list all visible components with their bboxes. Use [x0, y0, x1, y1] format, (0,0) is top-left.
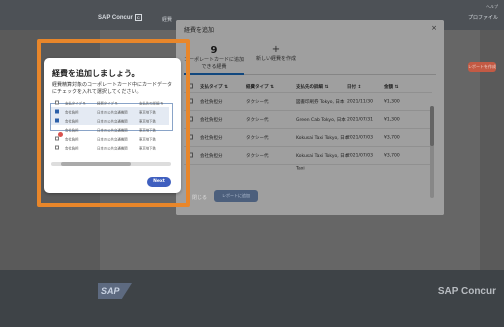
header-profile[interactable]: プロファイル [468, 14, 498, 21]
mini-cell: 東京地下鉄 [139, 110, 156, 114]
header-logo[interactable]: SAP Concur C [98, 14, 142, 21]
mini-checkbox [55, 145, 59, 149]
mini-row: 会社負担 日本の公共交通機関 東京地下鉄 [51, 107, 169, 116]
header-tab-expense[interactable]: 経費 [162, 16, 172, 23]
mini-row: 会社負担 日本の公共交通機関 東京地下鉄 [51, 143, 169, 152]
add-to-report-button[interactable]: レポートに追加 [214, 190, 258, 202]
walkthrough-card: 経費を追加しましょう。 経費精算対象のコーポレートカード中にカードデータにチェッ… [44, 58, 181, 193]
mini-row: 会社負担 日本の公共交通機関 東京地下鉄 [51, 125, 169, 137]
mini-col: 支払タイプ ⇅ [65, 101, 86, 105]
cell-vendor: Kokusai Taxi Tokyo, 日本 [296, 153, 350, 159]
mini-table: 支払タイプ ⇅ 経費タイプ ⇅ 支払先の詳細 ⇅ 会社負担 日本の公共交通機関 … [51, 98, 169, 152]
app-footer [0, 270, 504, 327]
mini-checkbox [55, 136, 59, 140]
mini-cell: 会社負担 [65, 146, 79, 150]
add-expense-modal: 経費を追加 × 9 コーポレートカードに追加できる経費 + 新しい経費を作成 支… [176, 20, 444, 215]
table-row[interactable]: 会社負担分 タクシー代 Kokusai Taxi Tokyo, 日本 2021/… [184, 129, 432, 147]
modal-tabs: 9 コーポレートカードに追加できる経費 + 新しい経費を作成 [184, 39, 436, 75]
cell-vendor: Kokusai Taxi Tokyo, 日本 [296, 135, 350, 141]
table-row[interactable]: 会社負担分 タクシー代 図書印刷券 Tokyo, 日本 2021/11/30 ¥… [184, 93, 432, 111]
col-amount[interactable]: 金額 ⇅ [384, 84, 398, 90]
tab-corporate-card[interactable]: 9 コーポレートカードに追加できる経費 [184, 39, 244, 75]
close-link[interactable]: 閉じる [192, 194, 207, 201]
close-icon[interactable]: × [431, 24, 437, 32]
cell-pay-type: 会社負担分 [200, 117, 223, 123]
table-row-partial: Taxi [184, 165, 432, 173]
next-button[interactable]: Next [147, 177, 171, 187]
cell-vendor: Taxi [296, 166, 305, 172]
mini-cell: 東京地下鉄 [139, 128, 156, 132]
cell-expense-type: タクシー代 [246, 153, 269, 159]
walkthrough-description: 経費精算対象のコーポレートカード中にカードデータにチェックを入れて選択してくださ… [52, 82, 173, 95]
mini-cell: 東京地下鉄 [139, 119, 156, 123]
cell-date: 2021/07/03 [347, 135, 373, 140]
cell-date: 2021/07/03 [347, 153, 373, 158]
mini-cell: 日本の公共交通機関 [97, 110, 128, 114]
mini-cell: 会社負担 [65, 137, 79, 141]
tab-new-expense[interactable]: + 新しい経費を作成 [246, 39, 306, 75]
mini-cell: 東京地下鉄 [139, 146, 156, 150]
cell-amount: ¥3,700 [384, 153, 400, 158]
mini-checkbox-checked [55, 118, 59, 122]
table-header-row: 支払タイプ ⇅ 経費タイプ ⇅ 支払先の詳細 ⇅ 日付 ↕ 金額 ⇅ [184, 81, 432, 93]
tab-count: 9 [210, 45, 218, 56]
cell-vendor: 図書印刷券 Tokyo, 日本 [296, 99, 345, 105]
cell-pay-type: 会社負担分 [200, 153, 223, 159]
modal-title: 経費を追加 [184, 27, 215, 34]
table-row[interactable]: 会社負担分 タクシー代 Kokusai Taxi Tokyo, 日本 2021/… [184, 147, 432, 165]
col-vendor[interactable]: 支払先の詳細 ⇅ [296, 84, 328, 90]
mini-row: 会社負担 日本の公共交通機関 東京地下鉄 [51, 116, 169, 125]
cell-amount: ¥3,700 [384, 135, 400, 140]
col-expense-type[interactable]: 経費タイプ ⇅ [246, 84, 274, 90]
table-scrollbar[interactable] [430, 106, 434, 198]
expense-table: 支払タイプ ⇅ 経費タイプ ⇅ 支払先の詳細 ⇅ 日付 ↕ 金額 ⇅ 会社負担分… [184, 81, 432, 173]
mini-col: 支払先の詳細 ⇅ [139, 101, 164, 105]
tab-label: 新しい経費を作成 [255, 56, 296, 62]
mini-cell: 日本の公共交通機関 [97, 128, 128, 132]
col-pay-type[interactable]: 支払タイプ ⇅ [200, 84, 228, 90]
cell-amount: ¥1,300 [384, 99, 400, 104]
mini-cell: 日本の公共交通機関 [97, 146, 128, 150]
mini-cell: 日本の公共交通機関 [97, 119, 128, 123]
mini-row: 会社負担 日本の公共交通機関 東京地下鉄 [51, 134, 169, 143]
cell-expense-type: タクシー代 [246, 117, 269, 123]
cell-date: 2021/11/30 [347, 99, 373, 104]
cell-expense-type: タクシー代 [246, 99, 269, 105]
create-report-button[interactable]: レポートを作成 [468, 62, 496, 72]
mini-checkbox [55, 100, 59, 104]
mini-cell: 日本の公共交通機関 [97, 137, 128, 141]
cell-amount: ¥1,300 [384, 117, 400, 122]
concur-logo: SAP Concur [437, 286, 496, 297]
plus-icon: + [271, 44, 281, 55]
mini-col: 経費タイプ ⇅ [97, 101, 118, 105]
table-row[interactable]: 会社負担分 タクシー代 Green Cab Tokyo, 日本 2021/07/… [184, 111, 432, 129]
mini-scrollbar [51, 162, 171, 166]
mini-scroll-thumb [61, 162, 131, 166]
cell-pay-type: 会社負担分 [200, 99, 223, 105]
mini-header-row: 支払タイプ ⇅ 経費タイプ ⇅ 支払先の詳細 ⇅ [51, 98, 169, 107]
tab-label: コーポレートカードに追加できる経費 [184, 57, 245, 70]
mini-cell: 東京地下鉄 [139, 137, 156, 141]
header-help[interactable]: ヘルプ [486, 4, 498, 10]
scroll-thumb[interactable] [430, 106, 434, 146]
cell-vendor: Green Cab Tokyo, 日本 [296, 117, 346, 123]
mini-checkbox-checked [55, 109, 59, 113]
mini-cell: 会社負担 [65, 119, 79, 123]
mini-cell: 会社負担 [65, 110, 79, 114]
walkthrough-title: 経費を追加しましょう。 [52, 69, 140, 78]
cell-pay-type: 会社負担分 [200, 135, 223, 141]
col-date[interactable]: 日付 ↕ [347, 84, 361, 90]
mini-cell: 会社負担 [65, 128, 79, 132]
cell-expense-type: タクシー代 [246, 135, 269, 141]
cell-date: 2021/07/31 [347, 117, 373, 122]
